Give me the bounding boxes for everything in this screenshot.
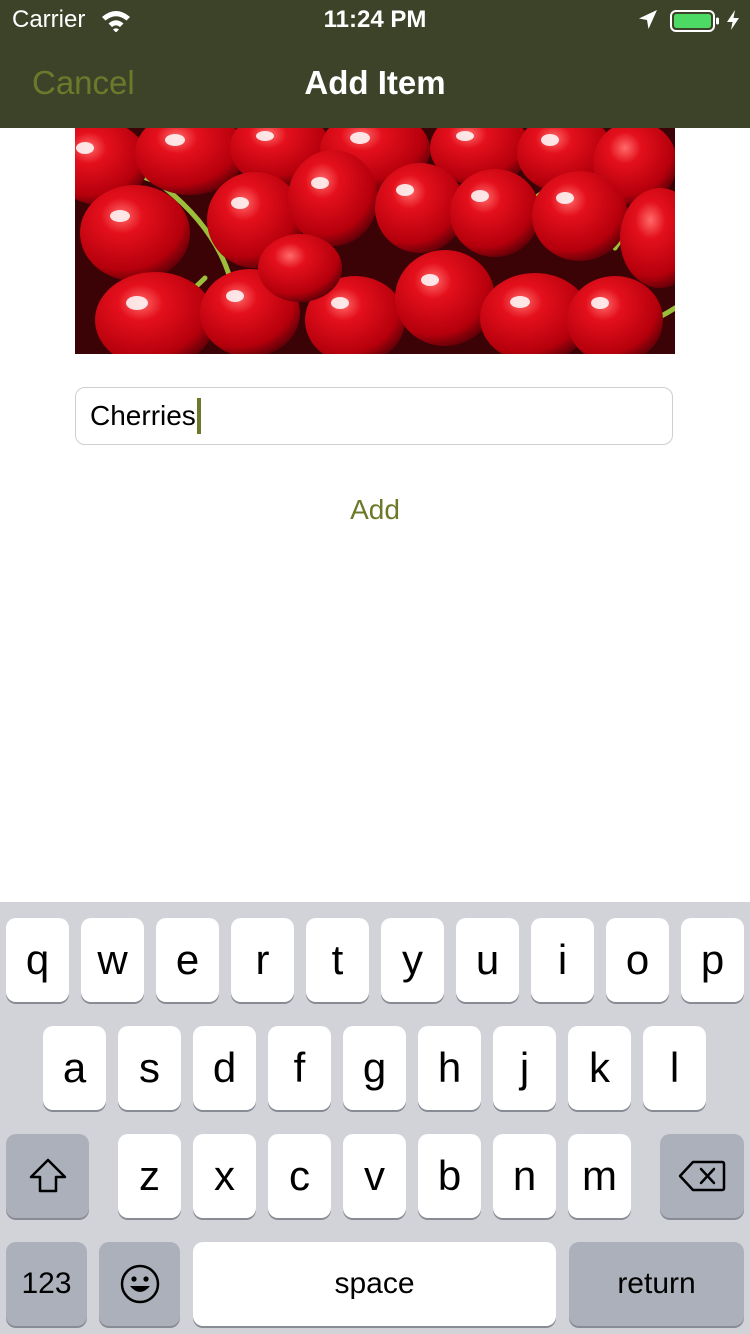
emoji-key[interactable]: [99, 1242, 180, 1326]
key-t[interactable]: t: [306, 918, 369, 1002]
key-b[interactable]: b: [418, 1134, 481, 1218]
return-key[interactable]: return: [569, 1242, 744, 1326]
backspace-icon: [678, 1159, 726, 1193]
key-d[interactable]: d: [193, 1026, 256, 1110]
location-arrow-icon: [638, 9, 658, 31]
page-title: Add Item: [304, 64, 446, 101]
item-name-input[interactable]: Cherries: [75, 387, 673, 445]
text-caret: [196, 398, 201, 434]
key-s[interactable]: s: [118, 1026, 181, 1110]
key-w[interactable]: w: [81, 918, 144, 1002]
item-name-value: Cherries: [90, 400, 196, 431]
navigation-header: Carrier 11:24 PM Cancel Add Item: [0, 0, 750, 128]
key-x[interactable]: x: [193, 1134, 256, 1218]
keyboard: q w e r t y u i o p a s d f g h j k l z …: [0, 902, 750, 1334]
key-j[interactable]: j: [493, 1026, 556, 1110]
key-l[interactable]: l: [643, 1026, 706, 1110]
numbers-key[interactable]: 123: [6, 1242, 87, 1326]
key-u[interactable]: u: [456, 918, 519, 1002]
key-i[interactable]: i: [531, 918, 594, 1002]
space-key[interactable]: space: [193, 1242, 556, 1326]
backspace-key[interactable]: [660, 1134, 744, 1218]
status-bar: Carrier 11:24 PM: [0, 0, 750, 40]
key-c[interactable]: c: [268, 1134, 331, 1218]
key-v[interactable]: v: [343, 1134, 406, 1218]
key-q[interactable]: q: [6, 918, 69, 1002]
item-photo: [75, 128, 675, 354]
key-m[interactable]: m: [568, 1134, 631, 1218]
key-y[interactable]: y: [381, 918, 444, 1002]
key-a[interactable]: a: [43, 1026, 106, 1110]
key-o[interactable]: o: [606, 918, 669, 1002]
key-g[interactable]: g: [343, 1026, 406, 1110]
shift-key[interactable]: [6, 1134, 89, 1218]
key-r[interactable]: r: [231, 918, 294, 1002]
key-p[interactable]: p: [681, 918, 744, 1002]
emoji-icon: [119, 1263, 161, 1305]
key-z[interactable]: z: [118, 1134, 181, 1218]
battery-icon: [670, 9, 720, 33]
shift-icon: [28, 1157, 68, 1195]
charging-bolt-icon: [726, 9, 740, 31]
key-h[interactable]: h: [418, 1026, 481, 1110]
add-button[interactable]: Add: [0, 494, 750, 526]
key-f[interactable]: f: [268, 1026, 331, 1110]
key-k[interactable]: k: [568, 1026, 631, 1110]
key-n[interactable]: n: [493, 1134, 556, 1218]
key-e[interactable]: e: [156, 918, 219, 1002]
